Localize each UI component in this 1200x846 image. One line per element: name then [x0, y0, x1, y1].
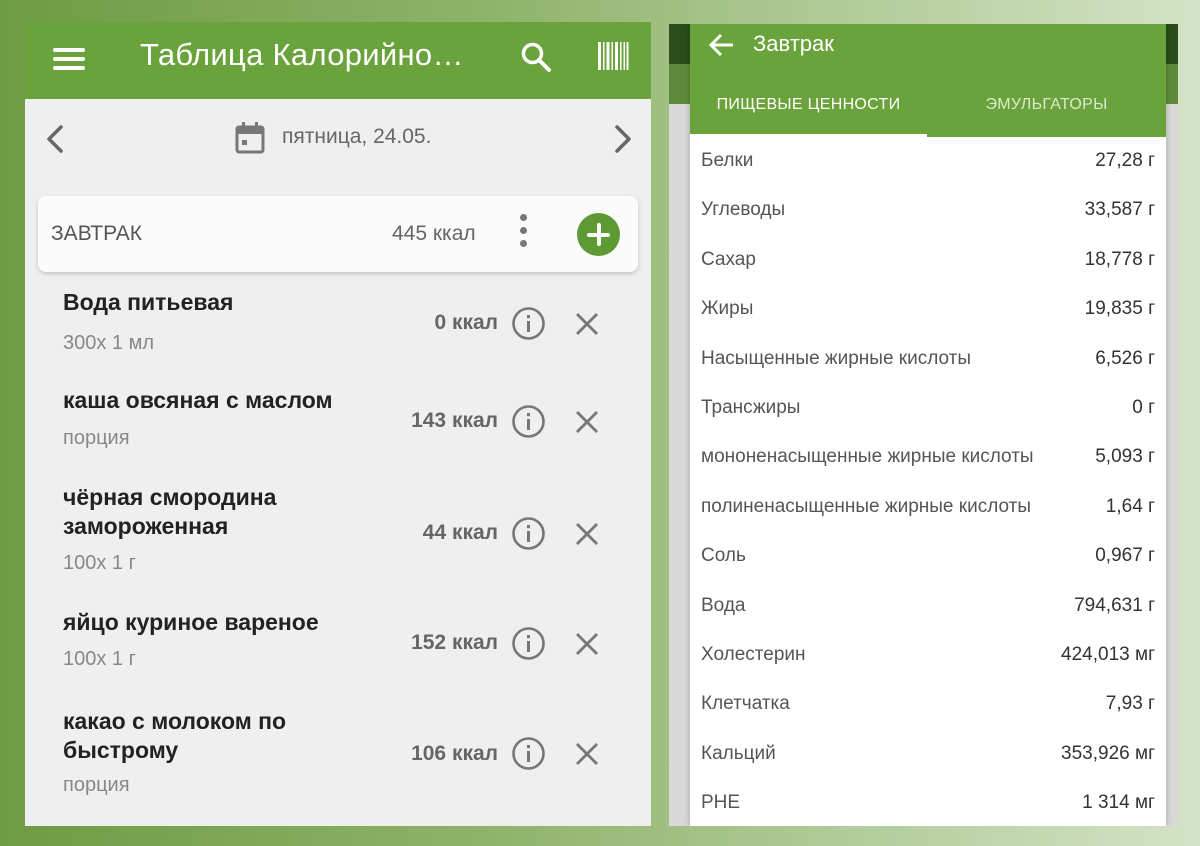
dialog-title: Завтрак	[753, 31, 834, 56]
nutrient-name: Холестерин	[701, 643, 806, 665]
food-kcal: 0 ккал	[434, 311, 498, 334]
nutrient-value: 794,631 г	[1074, 594, 1155, 616]
close-icon[interactable]	[573, 740, 601, 768]
food-name: Вода питьевая	[63, 289, 234, 315]
menu-icon[interactable]	[53, 44, 85, 76]
nutrient-value: 7,93 г	[1105, 693, 1155, 715]
table-row: Сахар 18,778 г	[690, 236, 1166, 285]
nutrient-name: Жиры	[701, 298, 754, 320]
table-row: Белки 27,28 г	[690, 137, 1166, 186]
nutrition-dialog: Завтрак ПИЩЕВЫЕ ЦЕННОСТИ ЭМУЛЬГАТОРЫ Бел…	[690, 24, 1166, 826]
nutrient-value: 0 г	[1132, 396, 1155, 418]
current-date[interactable]: пятница, 24.05.	[282, 125, 431, 149]
nutrient-value: 424,013 мг	[1061, 643, 1155, 665]
barcode-icon[interactable]	[597, 40, 629, 72]
info-icon[interactable]	[511, 306, 546, 341]
table-row: Соль 0,967 г	[690, 532, 1166, 581]
nutrient-table: Белки 27,28 г Углеводы 33,587 г Сахар 18,77…	[690, 137, 1166, 826]
food-portion: 100x 1 г	[63, 648, 136, 670]
date-navigation: пятница, 24.05.	[25, 99, 651, 199]
table-row: PHE 1 314 мг	[690, 779, 1166, 826]
nutrient-name: PHE	[701, 792, 741, 814]
table-row: Жиры 19,835 г	[690, 285, 1166, 334]
chevron-right-icon[interactable]	[607, 121, 637, 157]
nutrient-name: мононенасыщенные жирные кислоты	[701, 446, 1034, 468]
nutrient-value: 1 314 мг	[1082, 792, 1155, 814]
nutrient-name: Кальций	[701, 742, 776, 764]
info-icon[interactable]	[511, 626, 546, 661]
food-portion: 100x 1 г	[63, 552, 136, 574]
app-bar: Таблица Калорийно…	[25, 22, 651, 99]
nutrient-value: 33,587 г	[1084, 199, 1155, 221]
nutrient-value: 1,64 г	[1105, 495, 1155, 517]
nutrient-value: 18,778 г	[1084, 248, 1155, 270]
nutrient-value: 0,967 г	[1095, 545, 1155, 567]
meal-name: ЗАВТРАК	[51, 222, 142, 245]
food-item[interactable]: Вода питьевая 300x 1 мл 0 ккал	[25, 280, 651, 378]
food-name: чёрная смородина замороженная	[63, 484, 277, 539]
table-row: Вода 794,631 г	[690, 582, 1166, 631]
nutrient-name: Соль	[701, 545, 746, 567]
table-row: полиненасыщенные жирные кислоты 1,64 г	[690, 483, 1166, 532]
food-item[interactable]: какао с молоком по быстрому порция 106 к…	[25, 698, 651, 822]
food-item[interactable]: чёрная смородина замороженная 100x 1 г 4…	[25, 476, 651, 600]
food-list: Вода питьевая 300x 1 мл 0 ккал каша овся…	[25, 280, 651, 822]
meal-header-card[interactable]: ЗАВТРАК 445 ккал	[38, 196, 638, 272]
food-kcal: 106 ккал	[411, 742, 498, 765]
table-row: Холестерин 424,013 мг	[690, 631, 1166, 680]
nutrient-value: 6,526 г	[1095, 347, 1155, 369]
nutrient-value: 19,835 г	[1084, 298, 1155, 320]
nutrition-details-screen: Завтрак ПИЩЕВЫЕ ЦЕННОСТИ ЭМУЛЬГАТОРЫ Бел…	[669, 24, 1178, 826]
nutrient-value: 27,28 г	[1095, 150, 1155, 171]
nutrient-value: 5,093 г	[1095, 446, 1155, 468]
calendar-icon[interactable]	[234, 121, 266, 155]
food-portion: 300x 1 мл	[63, 332, 155, 354]
info-icon[interactable]	[511, 516, 546, 551]
nutrient-name: Трансжиры	[701, 396, 801, 418]
table-row: Трансжиры 0 г	[690, 384, 1166, 433]
food-portion: порция	[63, 427, 130, 449]
table-row: Клетчатка 7,93 г	[690, 680, 1166, 729]
nutrient-name: Насыщенные жирные кислоты	[701, 347, 972, 369]
nutrient-name: Углеводы	[701, 199, 786, 221]
nutrient-name: Клетчатка	[701, 693, 790, 715]
tab-emulsifiers[interactable]: ЭМУЛЬГАТОРЫ	[927, 86, 1166, 134]
info-icon[interactable]	[511, 404, 546, 439]
tab-nutritional-values[interactable]: ПИЩЕВЫЕ ЦЕННОСТИ	[690, 86, 927, 134]
close-icon[interactable]	[573, 630, 601, 658]
food-kcal: 44 ккал	[422, 521, 498, 544]
food-item[interactable]: каша овсяная с маслом порция 143 ккал	[25, 378, 651, 476]
food-kcal: 143 ккал	[411, 409, 498, 432]
food-name: яйцо куриное вареное	[63, 609, 319, 635]
food-name: какао с молоком по быстрому	[63, 708, 287, 763]
add-food-button[interactable]	[577, 213, 620, 256]
table-row: Кальций 353,926 мг	[690, 730, 1166, 779]
food-kcal: 152 ккал	[411, 631, 498, 654]
nutrient-name: Сахар	[701, 248, 756, 270]
search-icon[interactable]	[519, 40, 553, 74]
food-name: каша овсяная с маслом	[63, 387, 333, 413]
food-item[interactable]: яйцо куриное вареное 100x 1 г 152 ккал	[25, 600, 651, 698]
app-title: Таблица Калорийно…	[140, 37, 464, 72]
table-row: мононенасыщенные жирные кислоты 5,093 г	[690, 433, 1166, 482]
close-icon[interactable]	[573, 408, 601, 436]
nutrient-name: полиненасыщенные жирные кислоты	[701, 495, 1032, 517]
more-vert-icon[interactable]	[516, 214, 530, 254]
arrow-back-icon[interactable]	[708, 32, 736, 58]
info-icon[interactable]	[511, 736, 546, 771]
meal-kcal: 445 ккал	[392, 222, 476, 245]
table-row: Насыщенные жирные кислоты 6,526 г	[690, 335, 1166, 384]
nutrient-value: 353,926 мг	[1061, 742, 1155, 764]
food-portion: порция	[63, 774, 130, 796]
close-icon[interactable]	[573, 520, 601, 548]
table-row: Углеводы 33,587 г	[690, 186, 1166, 235]
nutrient-name: Вода	[701, 594, 746, 616]
nutrient-name: Белки	[701, 150, 754, 171]
food-diary-screen: Таблица Калорийно… пятница, 24.05. ЗАВТР…	[25, 22, 651, 826]
chevron-left-icon[interactable]	[41, 121, 71, 157]
dialog-header: Завтрак ПИЩЕВЫЕ ЦЕННОСТИ ЭМУЛЬГАТОРЫ	[690, 24, 1166, 138]
close-icon[interactable]	[573, 310, 601, 338]
